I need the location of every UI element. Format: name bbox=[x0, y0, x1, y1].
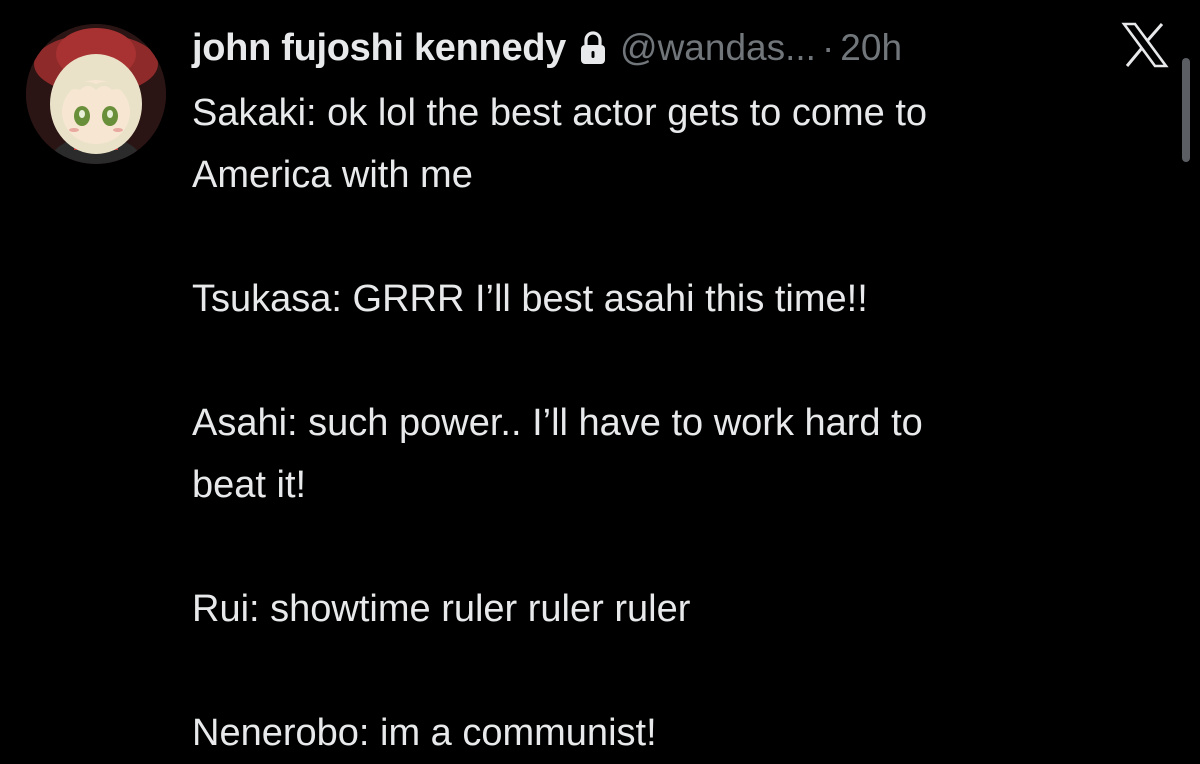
tweet-line: Tsukasa: GRRR I’ll best asahi this time!… bbox=[192, 278, 868, 320]
scrollbar[interactable] bbox=[1182, 58, 1190, 162]
tweet-line: Nenerobo: im a communist! bbox=[192, 712, 657, 754]
user-handle[interactable]: @wandas... bbox=[620, 27, 816, 69]
tweet: john fujoshi kennedy @wandas... · 20h Sa… bbox=[0, 0, 1200, 754]
tweet-line: Asahi: such power.. I’ll have to work ha… bbox=[192, 402, 923, 444]
tweet-line: America with me bbox=[192, 154, 473, 196]
x-logo-icon[interactable] bbox=[1120, 22, 1170, 68]
tweet-header: john fujoshi kennedy @wandas... · 20h bbox=[192, 22, 902, 74]
lock-icon bbox=[578, 30, 608, 66]
display-name[interactable]: john fujoshi kennedy bbox=[192, 27, 566, 70]
tweet-line: beat it! bbox=[192, 464, 307, 506]
tweet-text: Sakaki: ok lol the best actor gets to co… bbox=[192, 82, 1152, 764]
tweet-timestamp[interactable]: 20h bbox=[840, 27, 902, 69]
plush-avatar-icon bbox=[26, 24, 166, 164]
tweet-line: Rui: showtime ruler ruler ruler bbox=[192, 588, 691, 630]
tweet-line: Sakaki: ok lol the best actor gets to co… bbox=[192, 92, 928, 134]
avatar[interactable] bbox=[26, 24, 166, 164]
separator-dot: · bbox=[821, 27, 835, 68]
